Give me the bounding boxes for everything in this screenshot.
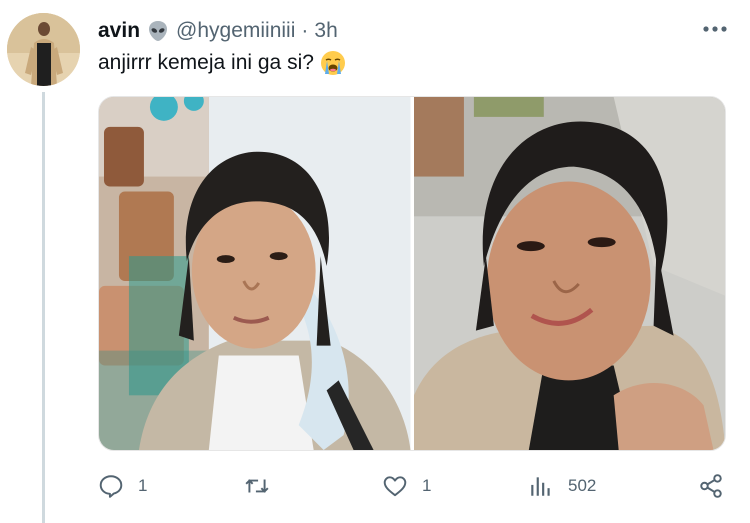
tweet-text: anjirrr kemeja ini ga si? bbox=[98, 50, 346, 76]
photo-right[interactable] bbox=[413, 97, 725, 450]
media-grid bbox=[98, 96, 726, 451]
reply-button[interactable]: 1 bbox=[98, 466, 147, 506]
thread-connector-line bbox=[42, 92, 45, 523]
timestamp[interactable]: 3h bbox=[314, 19, 337, 43]
analytics-bar-icon bbox=[531, 477, 550, 496]
photo-left[interactable] bbox=[99, 97, 411, 450]
loudly-crying-face-icon bbox=[320, 51, 345, 75]
avatar-photo bbox=[7, 13, 80, 86]
tweet-body: anjirrr kemeja ini ga si? bbox=[98, 51, 314, 74]
display-name[interactable]: avin bbox=[98, 19, 140, 43]
views-button[interactable]: 502 bbox=[528, 466, 596, 506]
heart-icon bbox=[383, 476, 407, 497]
user-handle[interactable]: @hygemiiniii bbox=[176, 19, 295, 43]
retweet-icon bbox=[245, 479, 269, 493]
selfie-photo-right bbox=[413, 97, 725, 450]
share-icon bbox=[700, 474, 722, 498]
reply-icon bbox=[99, 475, 123, 498]
alien-icon bbox=[149, 21, 168, 41]
like-count: 1 bbox=[422, 476, 432, 495]
selfie-photo-left bbox=[99, 97, 411, 450]
separator-dot: · bbox=[301, 19, 309, 42]
more-options-icon[interactable] bbox=[702, 24, 728, 34]
reply-count: 1 bbox=[138, 476, 148, 495]
share-button[interactable] bbox=[698, 466, 724, 506]
retweet-button[interactable] bbox=[244, 466, 284, 506]
avatar[interactable] bbox=[7, 13, 80, 86]
like-button[interactable]: 1 bbox=[382, 466, 431, 506]
tweet-header: avin @hygemiiniii · 3h bbox=[98, 16, 338, 46]
tweet-actions: 1 1 502 bbox=[98, 466, 738, 506]
views-count: 502 bbox=[568, 476, 597, 495]
